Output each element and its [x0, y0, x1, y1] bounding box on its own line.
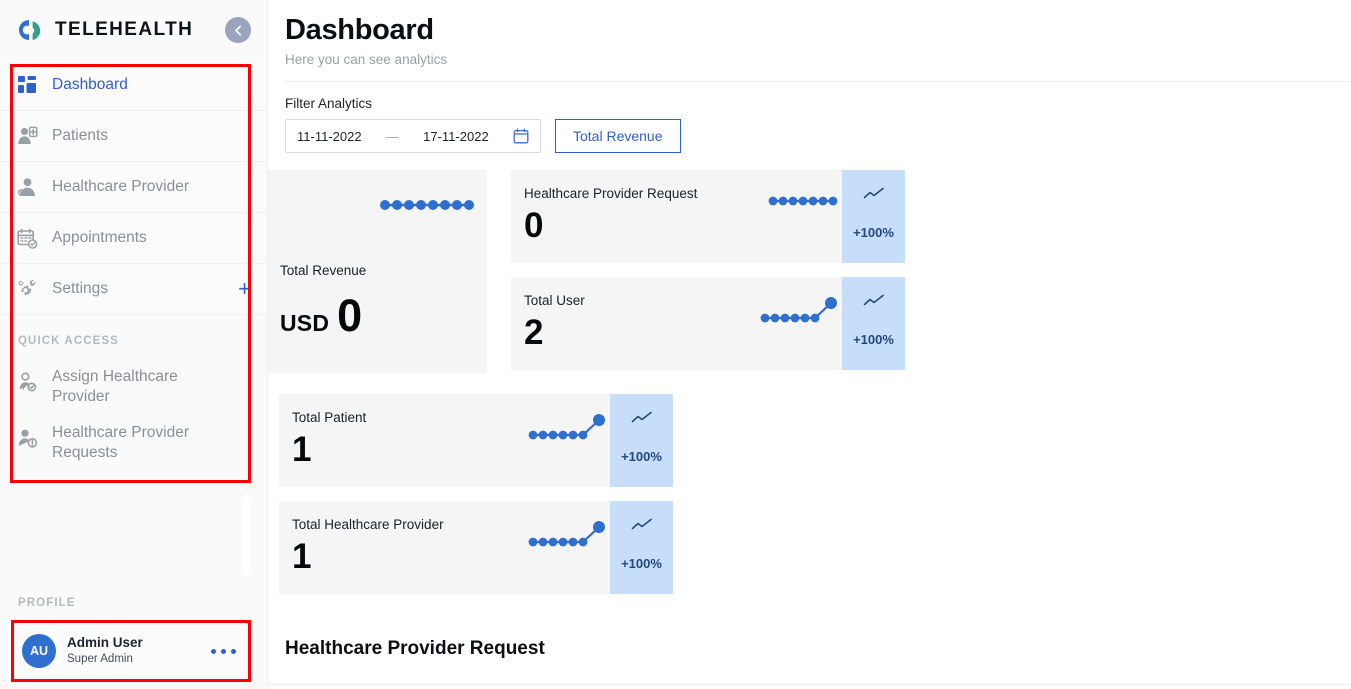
page-title: Dashboard [285, 14, 434, 46]
chevron-left-icon [234, 25, 241, 35]
sidebar-item-label: Patients [52, 127, 109, 144]
sidebar-item-healthcare-provider[interactable]: Healthcare Provider [0, 162, 267, 213]
profile-heading: PROFILE [18, 597, 76, 609]
date-range-input[interactable]: 11-11-2022 — 17-11-2022 [285, 119, 541, 153]
sidebar-item-patients[interactable]: Patients [0, 111, 267, 162]
stat-card-value: 1 [292, 537, 312, 576]
stat-card-total-healthcare-provider[interactable]: Total Healthcare Provider 1 +100% [279, 501, 673, 594]
sidebar-item-label: Settings [52, 280, 109, 297]
stat-card-healthcare-provider-request[interactable]: Healthcare Provider Request 0 +100% [511, 170, 905, 263]
quick-item-label: Assign Healthcare Provider [52, 368, 178, 406]
sidebar-item-label: Dashboard [52, 76, 128, 93]
sidebar-item-label: Healthcare Provider [52, 178, 189, 195]
dashboard-grid-icon [14, 72, 40, 98]
filter-label: Filter Analytics [285, 96, 373, 111]
sidebar: TELEHEALTH Dashboard Patients Healthcare… [0, 0, 268, 689]
add-setting-button[interactable]: + [238, 278, 251, 300]
sidebar-nav: Dashboard Patients Healthcare Provider A… [0, 60, 267, 315]
section-divider [268, 684, 1351, 685]
trend-up-icon [863, 294, 885, 312]
stat-card-value: 1 [292, 430, 312, 469]
profile-text: Admin User Super Admin [67, 635, 143, 667]
flat-sparkline-icon [767, 194, 839, 213]
provider-request-icon [14, 425, 40, 451]
percent-change: +100% [621, 556, 662, 571]
stat-card-title: Healthcare Provider Request [524, 186, 698, 201]
total-revenue-value: 0 [337, 290, 363, 341]
stat-card-total-user[interactable]: Total User 2 +100% [511, 277, 905, 370]
gears-icon [14, 276, 40, 302]
sidebar-item-settings[interactable]: Settings + [0, 264, 267, 315]
total-revenue-amount: USD 0 [280, 293, 362, 338]
sidebar-item-label: Appointments [52, 229, 147, 246]
status-badge: +100% [842, 170, 905, 263]
telehealth-logo-icon [16, 17, 46, 43]
stat-card-title: Total Patient [292, 410, 367, 425]
stat-card-title: Total Healthcare Provider [292, 517, 444, 532]
percent-change: +100% [621, 449, 662, 464]
stat-card-value: 0 [524, 206, 544, 245]
quick-item-label: Healthcare Provider Requests [52, 424, 189, 462]
status-badge: +100% [610, 394, 673, 487]
end-date-value[interactable]: 17-11-2022 [423, 129, 489, 144]
brand-row: TELEHEALTH [0, 0, 267, 60]
calendar-icon[interactable] [513, 128, 529, 144]
currency-code: USD [280, 310, 330, 336]
quick-item-assign-healthcare-provider[interactable]: Assign Healthcare Provider [0, 359, 267, 415]
stat-card-title: Total User [524, 293, 585, 308]
rising-sparkline-icon [527, 411, 607, 448]
stat-card-value: 2 [524, 313, 544, 352]
total-revenue-filter-button[interactable]: Total Revenue [555, 119, 681, 153]
section-heading-healthcare-provider-request: Healthcare Provider Request [285, 638, 545, 659]
page-subtitle: Here you can see analytics [285, 52, 448, 67]
doctor-user-icon [14, 174, 40, 200]
sidebar-collapse-button[interactable] [225, 17, 251, 43]
main-content: Dashboard Here you can see analytics Fil… [268, 0, 1351, 689]
stat-card-total-patient[interactable]: Total Patient 1 +100% [279, 394, 673, 487]
profile-name: Admin User [67, 635, 143, 651]
brand-name: TELEHEALTH [55, 19, 194, 40]
profile-row[interactable]: AU Admin User Super Admin [14, 624, 248, 678]
filter-section: Filter Analytics 11-11-2022 — 17-11-2022… [268, 82, 1351, 153]
calendar-check-icon [14, 225, 40, 251]
date-range-separator: — [385, 128, 399, 144]
quick-access-heading: QUICK ACCESS [18, 335, 119, 347]
status-badge: +100% [610, 501, 673, 594]
rising-sparkline-icon [527, 518, 607, 555]
percent-change: +100% [853, 225, 894, 240]
trend-up-icon [863, 187, 885, 205]
trend-up-icon [631, 518, 653, 536]
assign-provider-icon [14, 369, 40, 395]
avatar: AU [22, 634, 56, 668]
percent-change: +100% [853, 332, 894, 347]
patient-user-icon [14, 123, 40, 149]
rising-sparkline-icon [759, 294, 839, 331]
start-date-value[interactable]: 11-11-2022 [297, 129, 362, 144]
filter-row: 11-11-2022 — 17-11-2022 Total Revenue [285, 119, 1351, 153]
total-revenue-label: Total Revenue [280, 263, 367, 278]
more-dots-icon[interactable] [211, 648, 236, 654]
total-revenue-card[interactable]: Total Revenue USD 0 [268, 170, 487, 373]
quick-item-healthcare-provider-requests[interactable]: Healthcare Provider Requests [0, 415, 267, 471]
sidebar-scrollbar[interactable] [243, 496, 250, 576]
trend-up-icon [631, 411, 653, 429]
sidebar-item-dashboard[interactable]: Dashboard [0, 60, 267, 111]
page-header: Dashboard Here you can see analytics [268, 0, 1351, 82]
profile-role: Super Admin [67, 652, 133, 665]
telehealth-dashboard-app: TELEHEALTH Dashboard Patients Healthcare… [0, 0, 1351, 689]
flat-sparkline-icon [378, 197, 476, 218]
status-badge: +100% [842, 277, 905, 370]
sidebar-item-appointments[interactable]: Appointments [0, 213, 267, 264]
